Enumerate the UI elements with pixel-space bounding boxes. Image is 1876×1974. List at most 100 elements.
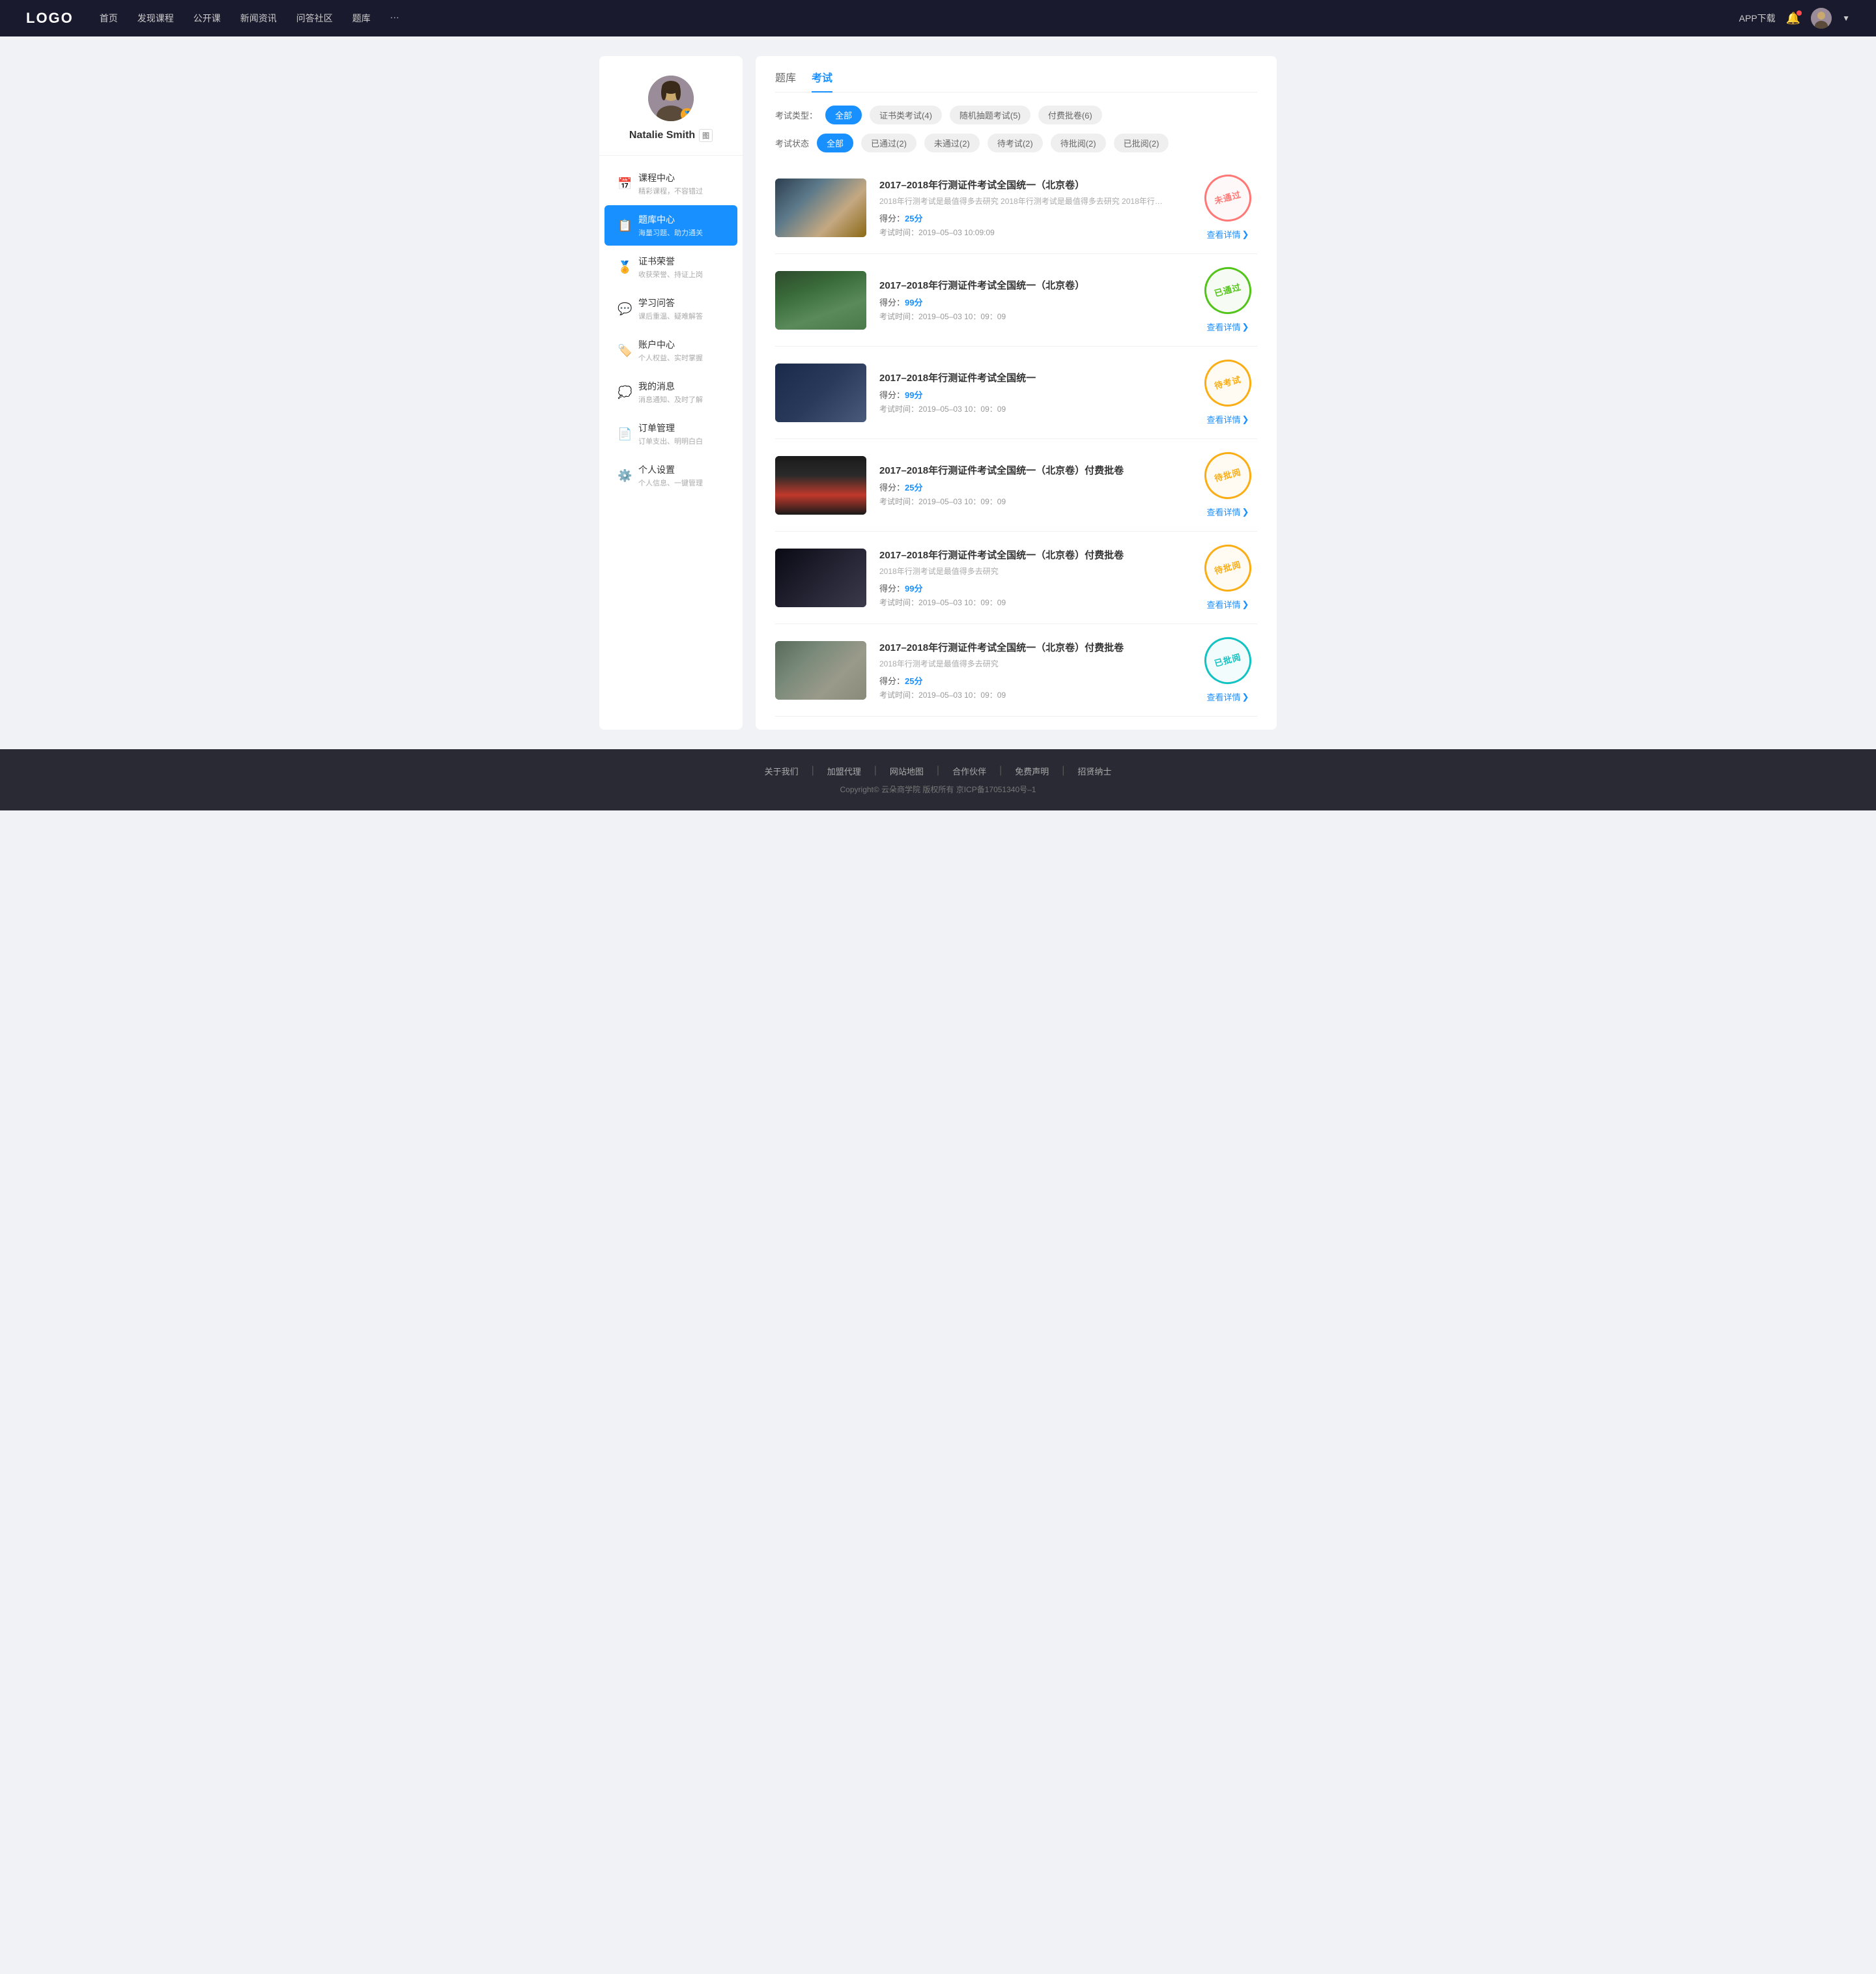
main-content: 题库 考试 考试类型： 全部 证书类考试(4) 随机抽题考试(5) 付费批卷(6… xyxy=(756,56,1277,730)
exam-thumbnail-6 xyxy=(775,641,866,700)
table-row: 2017–2018年行测证件考试全国统一（北京卷）付费批卷 2018年行测考试是… xyxy=(775,624,1257,717)
exam-thumbnail-2 xyxy=(775,271,866,330)
sidebar-username: Natalie Smith 图 xyxy=(629,129,713,142)
nav-question-bank[interactable]: 题库 xyxy=(352,9,371,27)
type-filter-paid[interactable]: 付费批卷(6) xyxy=(1038,106,1102,124)
exam-score-3: 得分：99分 xyxy=(879,388,1186,401)
type-filter-random[interactable]: 随机抽题考试(5) xyxy=(950,106,1030,124)
view-detail-1[interactable]: 查看详情 ❯ xyxy=(1207,228,1249,240)
exam-info-4: 2017–2018年行测证件考试全国统一（北京卷）付费批卷 得分：25分 考试时… xyxy=(879,463,1186,507)
exam-thumbnail-5 xyxy=(775,549,866,607)
navbar-right: APP下载 🔔 ▼ xyxy=(1739,8,1850,29)
nav-news[interactable]: 新闻资讯 xyxy=(240,9,277,27)
status-filter-row: 考试状态 全部 已通过(2) 未通过(2) 待考试(2) 待批阅(2) 已批阅(… xyxy=(775,134,1257,152)
main-tabs: 题库 考试 xyxy=(775,69,1257,93)
tag-icon: 🏷️ xyxy=(618,344,631,358)
footer-link-about[interactable]: 关于我们 xyxy=(765,765,799,777)
exam-title-3: 2017–2018年行测证件考试全国统一 xyxy=(879,371,1186,384)
sidebar-item-course[interactable]: 📅 课程中心 精彩课程，不容错过 xyxy=(604,164,737,204)
exam-title-5: 2017–2018年行测证件考试全国统一（北京卷）付费批卷 xyxy=(879,548,1186,562)
status-filter-pending-review[interactable]: 待批阅(2) xyxy=(1051,134,1106,152)
sidebar-item-account-title: 账户中心 xyxy=(638,338,724,351)
footer-link-disclaimer[interactable]: 免费声明 xyxy=(1015,765,1049,777)
tab-question-bank[interactable]: 题库 xyxy=(775,69,796,93)
stamp-text-2: 已通过 xyxy=(1214,281,1243,299)
view-detail-5[interactable]: 查看详情 ❯ xyxy=(1207,598,1249,610)
medal-icon: 🏅 xyxy=(618,261,631,274)
sidebar-item-question-bank[interactable]: 📋 题库中心 海量习题、助力通关 xyxy=(604,205,737,246)
sidebar-item-question-bank-title: 题库中心 xyxy=(638,213,724,226)
sidebar-item-messages[interactable]: 💭 我的消息 消息通知、及时了解 xyxy=(604,372,737,412)
status-stamp-5: 待批阅 xyxy=(1199,539,1257,597)
type-filter-certificate[interactable]: 证书类考试(4) xyxy=(870,106,942,124)
footer: 关于我们 | 加盟代理 | 网站地图 | 合作伙伴 | 免费声明 | 招贤纳士 … xyxy=(0,749,1876,810)
exam-status-area-4: 待批阅 查看详情 ❯ xyxy=(1199,452,1257,518)
exam-time-5: 考试时间：2019–05–03 10：09：09 xyxy=(879,597,1186,608)
footer-link-franchise[interactable]: 加盟代理 xyxy=(827,765,861,777)
nav-home[interactable]: 首页 xyxy=(100,9,118,27)
sidebar-item-orders[interactable]: 📄 订单管理 订单支出、明明白白 xyxy=(604,414,737,454)
nav-more[interactable]: ··· xyxy=(390,9,399,27)
nav-qa[interactable]: 问答社区 xyxy=(296,9,333,27)
type-filter-all[interactable]: 全部 xyxy=(825,106,862,124)
sidebar-item-course-sub: 精彩课程，不容错过 xyxy=(638,186,724,196)
exam-info-5: 2017–2018年行测证件考试全国统一（北京卷）付费批卷 2018年行测考试是… xyxy=(879,548,1186,608)
status-filter-all[interactable]: 全部 xyxy=(817,134,853,152)
footer-link-join[interactable]: 招贤纳士 xyxy=(1077,765,1111,777)
notification-bell[interactable]: 🔔 xyxy=(1786,12,1800,25)
table-row: 2017–2018年行测证件考试全国统一 得分：99分 考试时间：2019–05… xyxy=(775,347,1257,439)
sidebar-name-badge: 图 xyxy=(699,129,713,142)
exam-title-1: 2017–2018年行测证件考试全国统一（北京卷） xyxy=(879,178,1186,192)
status-stamp-6: 已批阅 xyxy=(1199,632,1257,689)
nav-courses[interactable]: 发现课程 xyxy=(137,9,174,27)
exam-status-area-2: 已通过 查看详情 ❯ xyxy=(1199,267,1257,333)
status-stamp-1: 未通过 xyxy=(1199,169,1257,227)
calendar-icon: 📅 xyxy=(618,177,631,191)
sidebar-item-messages-title: 我的消息 xyxy=(638,380,724,393)
tab-exam[interactable]: 考试 xyxy=(812,69,832,93)
stamp-text-1: 未通过 xyxy=(1214,189,1243,207)
user-avatar[interactable] xyxy=(1811,8,1832,29)
exam-title-4: 2017–2018年行测证件考试全国统一（北京卷）付费批卷 xyxy=(879,463,1186,477)
status-filter-passed[interactable]: 已通过(2) xyxy=(861,134,917,152)
exam-time-6: 考试时间：2019–05–03 10：09：09 xyxy=(879,689,1186,700)
exam-score-5: 得分：99分 xyxy=(879,582,1186,594)
main-layout: 🏅 Natalie Smith 图 📅 课程中心 精彩课程，不容错过 📋 题库中… xyxy=(586,56,1290,730)
status-filter-failed[interactable]: 未通过(2) xyxy=(924,134,980,152)
exam-thumbnail-3 xyxy=(775,364,866,422)
exam-title-2: 2017–2018年行测证件考试全国统一（北京卷） xyxy=(879,278,1186,292)
footer-link-partners[interactable]: 合作伙伴 xyxy=(952,765,986,777)
notification-dot xyxy=(1797,10,1802,16)
footer-link-sitemap[interactable]: 网站地图 xyxy=(890,765,924,777)
exam-score-4: 得分：25分 xyxy=(879,481,1186,493)
view-detail-4[interactable]: 查看详情 ❯ xyxy=(1207,506,1249,518)
sidebar-item-account[interactable]: 🏷️ 账户中心 个人权益、实时掌握 xyxy=(604,330,737,371)
exam-list: 2017–2018年行测证件考试全国统一（北京卷） 2018年行测考试是最值得多… xyxy=(775,162,1257,717)
nav-open-course[interactable]: 公开课 xyxy=(193,9,221,27)
status-filter-pending-exam[interactable]: 待考试(2) xyxy=(988,134,1043,152)
view-detail-2[interactable]: 查看详情 ❯ xyxy=(1207,321,1249,333)
stamp-text-4: 待批阅 xyxy=(1214,466,1243,484)
user-badge-icon: 🏅 xyxy=(681,108,694,121)
footer-copyright: Copyright© 云朵商学院 版权所有 京ICP备17051340号–1 xyxy=(13,784,1863,795)
exam-time-1: 考试时间：2019–05–03 10:09:09 xyxy=(879,227,1186,238)
status-filter-reviewed[interactable]: 已批阅(2) xyxy=(1114,134,1169,152)
exam-status-area-1: 未通过 查看详情 ❯ xyxy=(1199,175,1257,240)
sidebar-item-certificate[interactable]: 🏅 证书荣誉 收获荣誉、持证上岗 xyxy=(604,247,737,287)
app-download-link[interactable]: APP下载 xyxy=(1739,12,1776,25)
exam-status-area-5: 待批阅 查看详情 ❯ xyxy=(1199,545,1257,610)
navbar-dropdown-icon[interactable]: ▼ xyxy=(1842,14,1850,23)
exam-thumbnail-1 xyxy=(775,179,866,237)
view-detail-3[interactable]: 查看详情 ❯ xyxy=(1207,413,1249,425)
sidebar-item-orders-sub: 订单支出、明明白白 xyxy=(638,436,724,446)
sidebar-item-settings[interactable]: ⚙️ 个人设置 个人信息、一键管理 xyxy=(604,455,737,496)
exam-desc-6: 2018年行测考试是最值得多去研究 xyxy=(879,658,1186,669)
exam-desc-1: 2018年行测考试是最值得多去研究 2018年行测考试是最值得多去研究 2018… xyxy=(879,195,1186,207)
nav-menu: 首页 发现课程 公开课 新闻资讯 问答社区 题库 ··· xyxy=(100,9,1739,27)
sidebar-item-question-bank-sub: 海量习题、助力通关 xyxy=(638,227,724,238)
sidebar-item-qa[interactable]: 💬 学习问答 课后重温、疑难解答 xyxy=(604,289,737,329)
view-detail-6[interactable]: 查看详情 ❯ xyxy=(1207,691,1249,703)
sidebar-nav: 📅 课程中心 精彩课程，不容错过 📋 题库中心 海量习题、助力通关 🏅 证书荣誉… xyxy=(599,156,743,504)
navbar: LOGO 首页 发现课程 公开课 新闻资讯 问答社区 题库 ··· APP下载 … xyxy=(0,0,1876,36)
sidebar-item-account-sub: 个人权益、实时掌握 xyxy=(638,352,724,363)
